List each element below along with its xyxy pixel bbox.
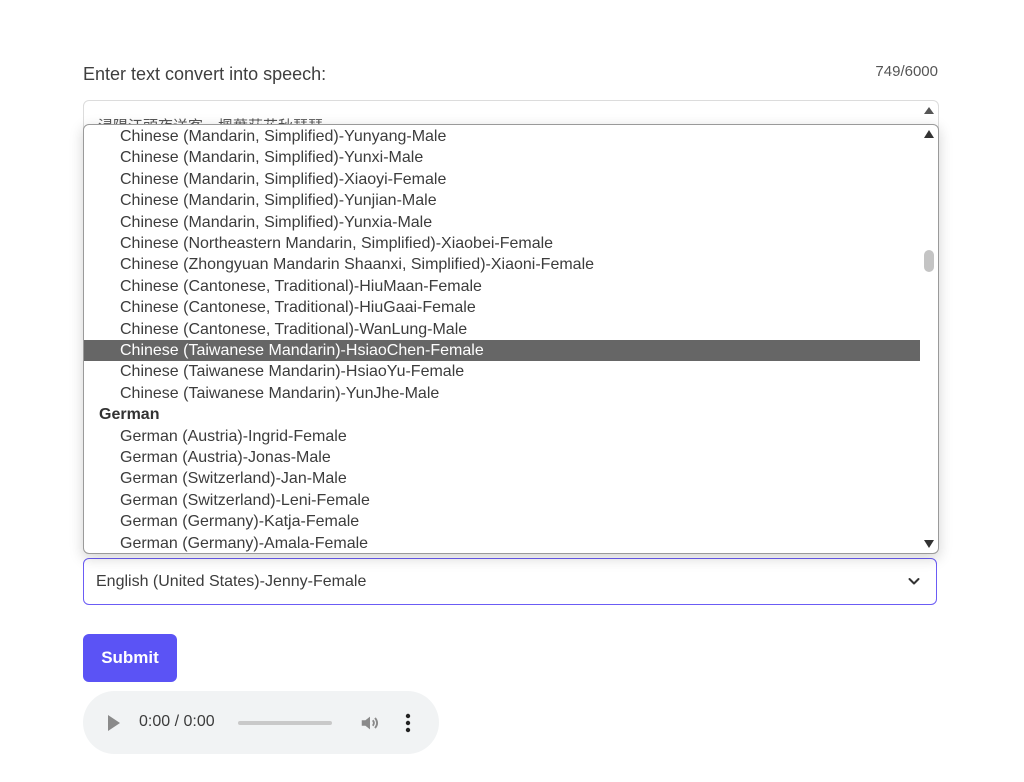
voice-option[interactable]: Chinese (Cantonese, Traditional)-WanLung… (84, 319, 920, 340)
voice-option[interactable]: Chinese (Zhongyuan Mandarin Shaanxi, Sim… (84, 254, 920, 275)
chevron-down-icon (908, 578, 920, 585)
voice-option[interactable]: German (Switzerland)-Jan-Male (84, 468, 920, 489)
voice-select-value: English (United States)-Jenny-Female (96, 573, 367, 590)
voice-option-selected[interactable]: Chinese (Taiwanese Mandarin)-HsiaoChen-F… (84, 340, 920, 361)
volume-icon[interactable] (359, 712, 381, 734)
voice-option[interactable]: Chinese (Taiwanese Mandarin)-YunJhe-Male (84, 383, 920, 404)
voice-option[interactable]: Chinese (Mandarin, Simplified)-Yunxi-Mal… (84, 147, 920, 168)
character-counter: 749/6000 (875, 63, 938, 80)
voice-option[interactable]: Chinese (Northeastern Mandarin, Simplifi… (84, 233, 920, 254)
voice-option[interactable]: Chinese (Mandarin, Simplified)-Yunyang-M… (84, 126, 920, 147)
audio-progress-bar[interactable] (238, 721, 332, 725)
scroll-down-arrow-icon[interactable] (924, 540, 934, 548)
submit-button[interactable]: Submit (83, 634, 177, 682)
scroll-up-arrow-icon[interactable] (924, 130, 934, 138)
voice-option[interactable]: Chinese (Taiwanese Mandarin)-HsiaoYu-Fem… (84, 361, 920, 382)
voice-dropdown-list[interactable]: Chinese (Mandarin, Simplified)-Yunyang-M… (83, 124, 939, 554)
voice-option[interactable]: Chinese (Mandarin, Simplified)-Xiaoyi-Fe… (84, 169, 920, 190)
voice-select[interactable]: English (United States)-Jenny-Female (83, 558, 937, 605)
scrollbar-thumb[interactable] (924, 250, 934, 272)
voice-option[interactable]: German (Germany)-Amala-Female (84, 533, 920, 553)
voice-option[interactable]: German (Austria)-Jonas-Male (84, 447, 920, 468)
option-group-label: German (99, 406, 160, 424)
textarea-scroll-up-icon[interactable] (924, 107, 934, 114)
voice-option[interactable]: Chinese (Cantonese, Traditional)-HiuMaan… (84, 276, 920, 297)
voice-option[interactable]: German (Austria)-Ingrid-Female (84, 426, 920, 447)
dropdown-scrollbar[interactable] (920, 125, 938, 553)
play-icon[interactable] (108, 715, 120, 731)
voice-option[interactable]: Chinese (Cantonese, Traditional)-HiuGaai… (84, 297, 920, 318)
voice-option[interactable]: German (Germany)-Katja-Female (84, 511, 920, 532)
voice-option[interactable]: Chinese (Mandarin, Simplified)-Yunxia-Ma… (84, 212, 920, 233)
audio-time: 0:00 / 0:00 (139, 713, 215, 730)
voice-option[interactable]: Chinese (Mandarin, Simplified)-Yunjian-M… (84, 190, 920, 211)
audio-player: 0:00 / 0:00 (83, 691, 439, 754)
voice-option[interactable]: German (Switzerland)-Leni-Female (84, 490, 920, 511)
more-vert-icon[interactable] (401, 712, 415, 734)
text-input-label: Enter text convert into speech: (83, 64, 327, 84)
